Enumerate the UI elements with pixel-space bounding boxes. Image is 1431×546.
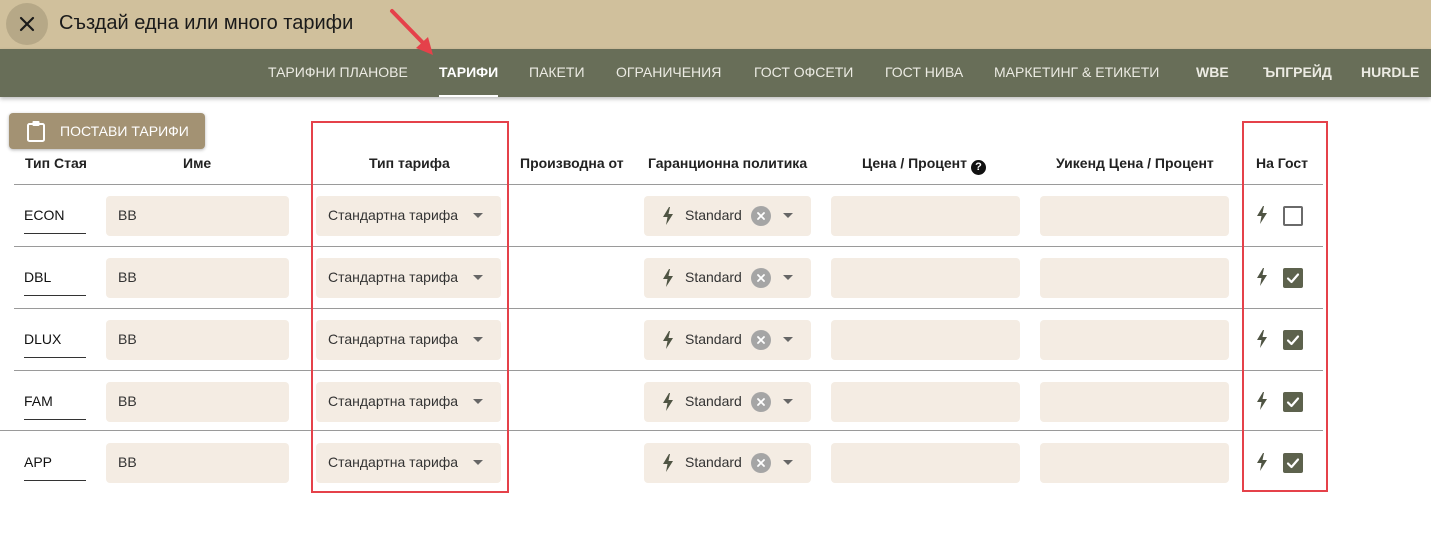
rate-name-input[interactable]: BB — [106, 320, 289, 360]
rate-name-value: BB — [118, 207, 137, 223]
chevron-down-icon — [783, 460, 793, 465]
clear-policy-icon[interactable] — [751, 392, 771, 412]
rate-name-value: BB — [118, 393, 137, 409]
active-tab-indicator — [439, 95, 499, 97]
chevron-down-icon — [783, 337, 793, 342]
row-divider — [14, 308, 1323, 309]
chevron-down-icon — [783, 275, 793, 280]
help-icon[interactable]: ? — [970, 159, 986, 175]
row-divider — [0, 430, 1323, 431]
annotation-arrow — [390, 9, 433, 55]
policy-value: Standard — [685, 454, 742, 470]
tab-upgrade[interactable]: ЪПГРЕЙД — [1263, 49, 1332, 97]
table-row: ECON BB Стандартна тарифа Standard — [0, 185, 1431, 247]
table-row: DLUX BB Стандартна тарифа Standard — [0, 309, 1431, 371]
policy-value: Standard — [685, 393, 742, 409]
room-type-underline — [24, 419, 86, 420]
bolt-icon — [662, 393, 674, 411]
tab-guest-offsets[interactable]: ГОСТ ОФСЕТИ — [754, 49, 853, 97]
room-type-field[interactable]: ECON — [24, 207, 64, 223]
tab-wbe[interactable]: WBE — [1196, 49, 1229, 97]
highlight-rate-type-column — [311, 121, 509, 493]
header-name: Име — [183, 155, 212, 171]
title-bar: Създай една или много тарифи — [0, 0, 1431, 49]
clear-policy-icon[interactable] — [751, 330, 771, 350]
dialog-title: Създай една или много тарифи — [59, 12, 354, 34]
room-type-field[interactable]: DLUX — [24, 331, 61, 347]
bolt-icon — [662, 207, 674, 225]
bolt-icon — [662, 454, 674, 472]
clear-policy-icon[interactable] — [751, 206, 771, 226]
price-input[interactable] — [831, 320, 1020, 360]
tab-restrictions[interactable]: ОГРАНИЧЕНИЯ — [616, 49, 721, 97]
guarantee-policy-select[interactable]: Standard — [644, 443, 811, 483]
tab-rates[interactable]: ТАРИФИ — [439, 49, 499, 97]
room-type-underline — [24, 357, 86, 358]
tab-packages[interactable]: ПАКЕТИ — [529, 49, 585, 97]
policy-value: Standard — [685, 207, 742, 223]
tab-rates-label: ТАРИФИ — [439, 64, 499, 80]
tab-hurdle[interactable]: HURDLE — [1361, 49, 1419, 97]
tab-marketing-labels[interactable]: МАРКЕТИНГ & ЕТИКЕТИ — [994, 49, 1159, 97]
tab-rate-plans[interactable]: ТАРИФНИ ПЛАНОВЕ — [268, 49, 408, 97]
rate-name-input[interactable]: BB — [106, 382, 289, 422]
table-row: DBL BB Стандартна тарифа Standard — [0, 247, 1431, 309]
rate-name-input[interactable]: BB — [106, 443, 289, 483]
policy-value: Standard — [685, 269, 742, 285]
price-input[interactable] — [831, 382, 1020, 422]
header-guarantee-policy: Гаранционна политика — [648, 155, 808, 171]
weekend-price-input[interactable] — [1040, 196, 1229, 236]
header-derived-from: Производна от — [520, 155, 624, 171]
header-price-label: Цена / Процент — [862, 155, 967, 171]
guarantee-policy-select[interactable]: Standard — [644, 196, 811, 236]
room-type-field[interactable]: DBL — [24, 269, 51, 285]
price-input[interactable] — [831, 258, 1020, 298]
guarantee-policy-select[interactable]: Standard — [644, 258, 811, 298]
guarantee-policy-select[interactable]: Standard — [644, 320, 811, 360]
weekend-price-input[interactable] — [1040, 320, 1229, 360]
table-row: APP BB Стандартна тарифа Standard — [0, 432, 1431, 494]
room-type-underline — [24, 295, 86, 296]
close-icon — [19, 16, 35, 32]
price-input[interactable] — [831, 443, 1020, 483]
weekend-price-input[interactable] — [1040, 443, 1229, 483]
tab-bar: ТАРИФНИ ПЛАНОВЕ ТАРИФИ ПАКЕТИ ОГРАНИЧЕНИ… — [0, 49, 1431, 97]
header-price: Цена / Процент? — [862, 155, 986, 175]
policy-value: Standard — [685, 331, 742, 347]
apply-rates-label: ПОСТАВИ ТАРИФИ — [60, 123, 189, 139]
room-type-underline — [24, 233, 86, 234]
tab-guest-levels[interactable]: ГОСТ НИВА — [885, 49, 963, 97]
room-type-field[interactable]: APP — [24, 454, 52, 470]
room-type-field[interactable]: FAM — [24, 393, 53, 409]
clear-policy-icon[interactable] — [751, 453, 771, 473]
chevron-down-icon — [783, 213, 793, 218]
highlight-on-guest-column — [1242, 121, 1328, 492]
apply-rates-button[interactable]: ПОСТАВИ ТАРИФИ — [9, 113, 205, 149]
rate-name-input[interactable]: BB — [106, 258, 289, 298]
header-room-type: Тип Стая — [25, 155, 87, 171]
room-type-underline — [24, 480, 86, 481]
header-weekend-price: Уикенд Цена / Процент — [1056, 155, 1214, 171]
rate-name-value: BB — [118, 454, 137, 470]
guarantee-policy-select[interactable]: Standard — [644, 382, 811, 422]
row-divider — [14, 246, 1323, 247]
chevron-down-icon — [783, 399, 793, 404]
rate-name-value: BB — [118, 331, 137, 347]
bolt-icon — [662, 331, 674, 349]
clear-policy-icon[interactable] — [751, 268, 771, 288]
rate-name-value: BB — [118, 269, 137, 285]
close-button[interactable] — [6, 3, 48, 45]
weekend-price-input[interactable] — [1040, 382, 1229, 422]
weekend-price-input[interactable] — [1040, 258, 1229, 298]
bolt-icon — [662, 269, 674, 287]
clipboard-icon — [27, 121, 45, 142]
row-divider — [14, 370, 1323, 371]
table-row: FAM BB Стандартна тарифа Standard — [0, 371, 1431, 433]
price-input[interactable] — [831, 196, 1020, 236]
rate-name-input[interactable]: BB — [106, 196, 289, 236]
